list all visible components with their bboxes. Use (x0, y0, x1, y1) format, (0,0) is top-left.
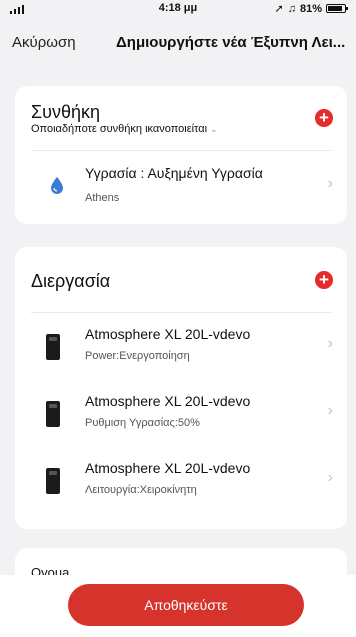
process-item-action: Power:Ενεργοποίηση (85, 350, 190, 362)
chevron-right-icon: › (327, 335, 333, 352)
process-card: Διεργασία + Atmosphere XL 20L-vdevo Powe… (15, 247, 347, 529)
process-item-title: Atmosphere XL 20L-vdevo (85, 460, 251, 476)
process-item-action: Ρυθμιση Υγρασίας:50% (85, 417, 200, 429)
dehumidifier-icon (46, 334, 60, 360)
process-item-action: Λειτουργία:Χειροκίνητη (85, 484, 197, 496)
headphones-icon: ♫ (287, 2, 296, 15)
process-item[interactable]: Atmosphere XL 20L-vdevo Power:Ενεργοποίη… (15, 317, 347, 379)
page-title: Δημιουργήστε νέα Έξυπνη Λει... (116, 34, 346, 51)
battery-percent: 81% (299, 2, 322, 15)
condition-mode-selector[interactable]: Οποιαδήποτε συνθήκη ικανοποιείται ⌄ (31, 123, 218, 135)
chevron-right-icon: › (327, 402, 333, 419)
process-item-title: Atmosphere XL 20L-vdevo (85, 326, 251, 342)
process-item[interactable]: Atmosphere XL 20L-vdevo Λειτουργία:Χειρο… (15, 451, 347, 513)
condition-header: Συνθήκη Οποιαδήποτε συνθήκη ικανοποιείτα… (15, 86, 347, 146)
divider (31, 312, 331, 313)
chevron-down-icon: ⌄ (210, 124, 218, 134)
save-button[interactable]: Αποθηκεύστε (68, 584, 304, 626)
save-bar: Αποθηκεύστε (0, 575, 356, 637)
divider (31, 150, 331, 151)
process-item[interactable]: Atmosphere XL 20L-vdevo Ρυθμιση Υγρασίας… (15, 384, 347, 446)
process-title: Διεργασία (31, 271, 111, 291)
status-bar: 4:18 μμ ➚ ♫ 81% (0, 0, 356, 18)
dehumidifier-icon (46, 468, 60, 494)
condition-item-location: Athens (85, 192, 120, 204)
chevron-right-icon: › (327, 469, 333, 486)
process-header: Διεργασία + (15, 247, 347, 307)
nav-bar: Ακύρωση Δημιουργήστε νέα Έξυπνη Λει... (0, 26, 356, 62)
battery-icon (326, 4, 348, 13)
cancel-button[interactable]: Ακύρωση (12, 34, 76, 51)
location-icon: ➚ (274, 3, 284, 15)
add-condition-button[interactable]: + (315, 109, 333, 127)
condition-card: Συνθήκη Οποιαδήποτε συνθήκη ικανοποιείτα… (15, 86, 347, 224)
condition-item-title: Υγρασία : Αυξημένη Υγρασία (85, 165, 263, 181)
condition-mode-label: Οποιαδήποτε συνθήκη ικανοποιείται (31, 123, 208, 135)
process-item-title: Atmosphere XL 20L-vdevo (85, 393, 251, 409)
condition-title: Συνθήκη (31, 102, 101, 122)
condition-item[interactable]: Υγρασία : Αυξημένη Υγρασία Athens › (15, 152, 347, 222)
water-drop-icon (51, 177, 63, 194)
dehumidifier-icon (46, 401, 60, 427)
add-process-button[interactable]: + (315, 271, 333, 289)
chevron-right-icon: › (327, 175, 333, 192)
